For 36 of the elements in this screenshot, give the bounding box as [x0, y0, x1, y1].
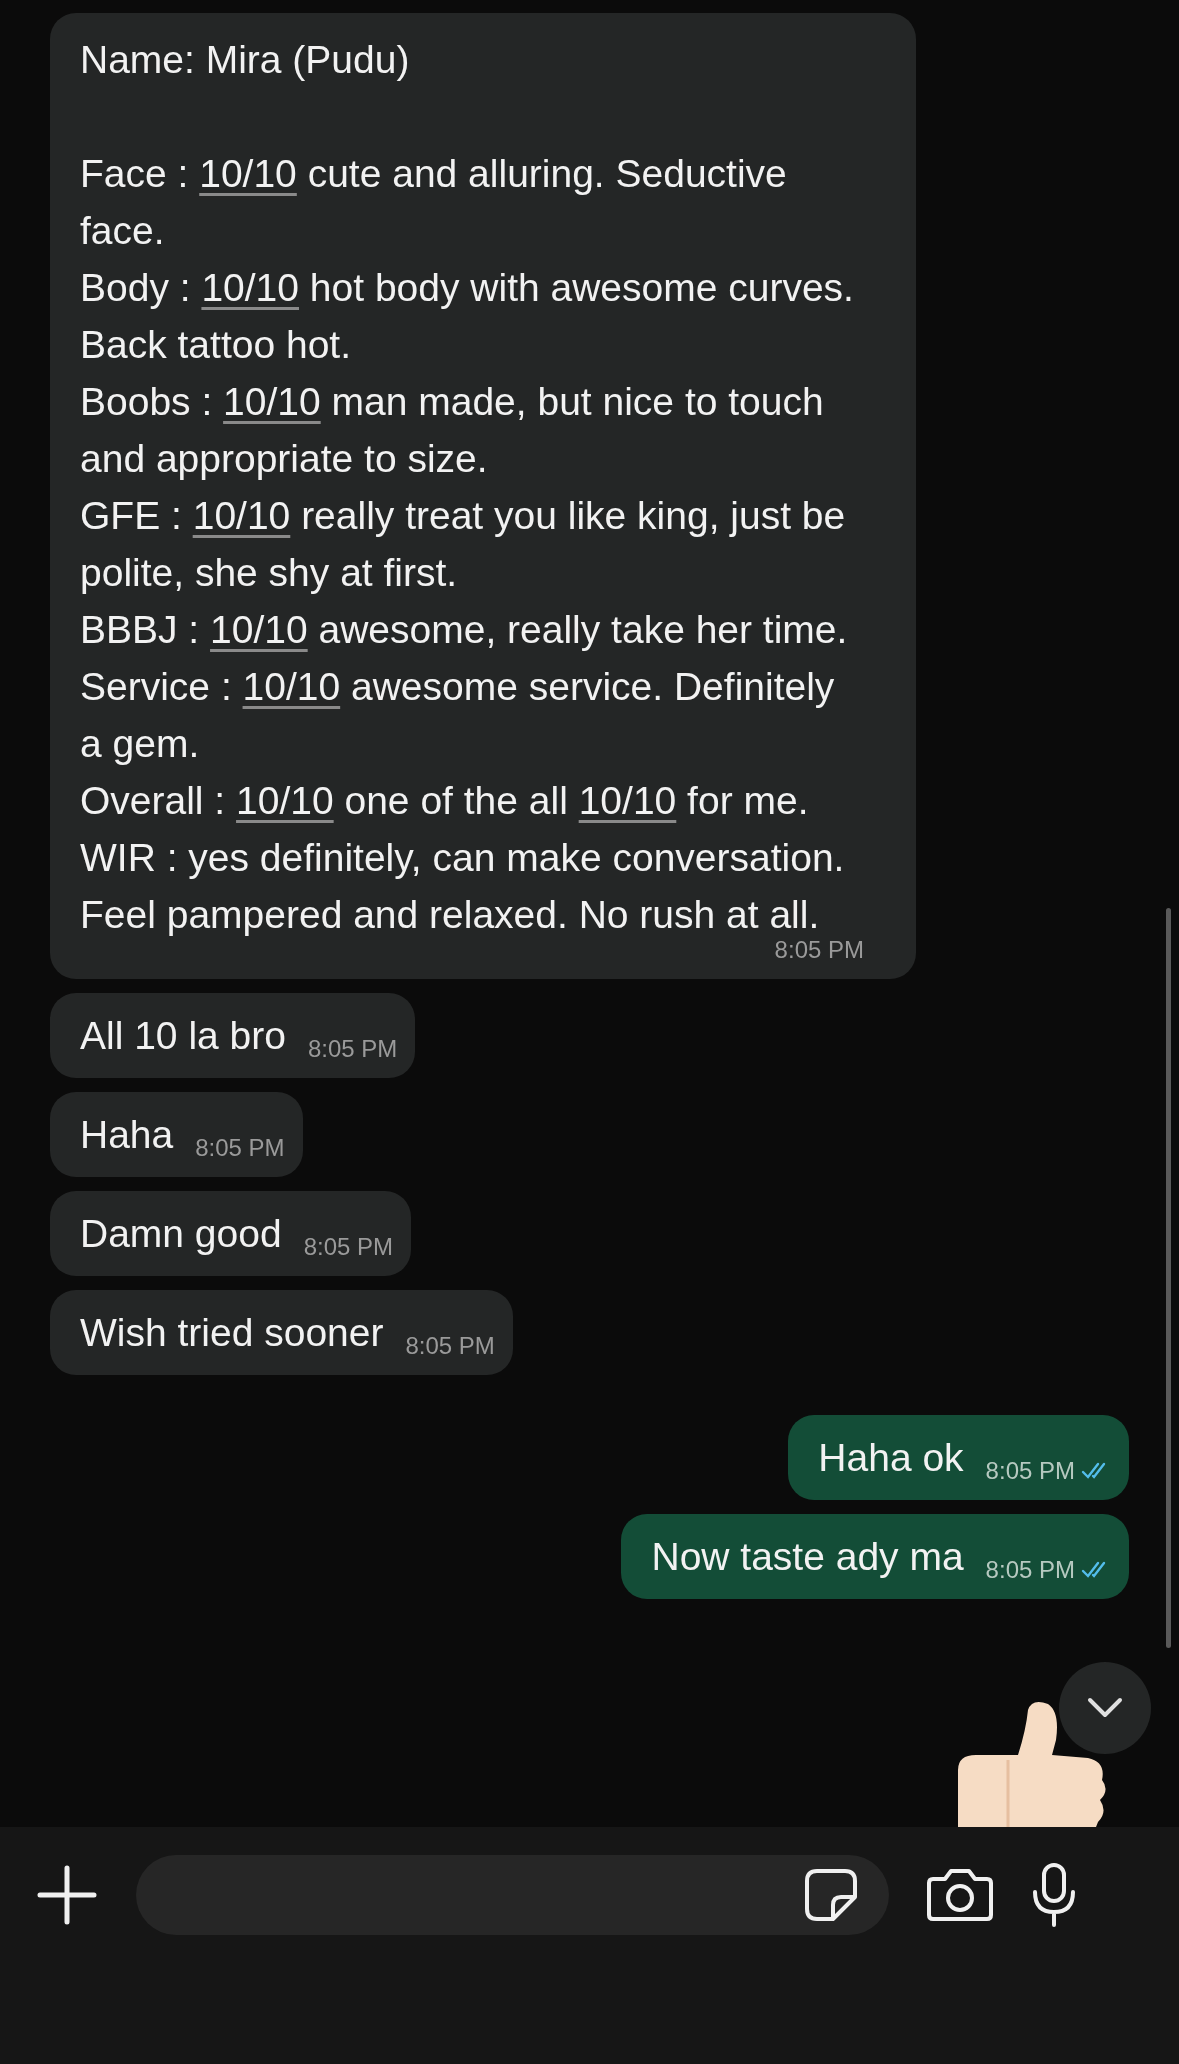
message-text: Service : 10/10 awesome service. Definitely a gem.: [80, 664, 836, 767]
detected-link[interactable]: 10/10: [236, 779, 334, 822]
message-time: 8:05 PM: [195, 1133, 285, 1163]
detected-link[interactable]: 10/10: [242, 665, 341, 708]
message-text: Damn good: [80, 1211, 282, 1257]
message-time: 8:05 PM: [985, 1456, 1075, 1486]
message-text: WIR : yes definitely, can make conversation. Feel pampered and relaxed. No rush at all.: [80, 835, 846, 938]
message-text: Face : 10/10 cute and alluring. Seductive face.: [80, 151, 788, 254]
detected-link[interactable]: 10/10: [199, 152, 297, 195]
message-text: Haha ok: [818, 1435, 964, 1481]
plus-icon: [36, 1864, 98, 1926]
message-text: Wish tried sooner: [80, 1310, 384, 1356]
detected-link[interactable]: 10/10: [210, 608, 308, 651]
detected-link[interactable]: 10/10: [223, 380, 321, 423]
camera-icon: [925, 1867, 995, 1923]
chevron-down-icon: [1087, 1697, 1123, 1719]
message-time: 8:05 PM: [405, 1331, 495, 1361]
scrollbar[interactable]: [1166, 908, 1171, 1648]
message-text: Body : 10/10 hot body with awesome curves. Back tattoo hot.: [80, 265, 855, 368]
message-text: Name: Mira (Pudu): [80, 37, 411, 83]
message-time: 8:05 PM: [985, 1555, 1075, 1585]
message-time: 8:05 PM: [774, 935, 864, 965]
message-time: 8:05 PM: [303, 1232, 394, 1262]
message-time: 8:05 PM: [307, 1034, 398, 1064]
detected-link[interactable]: 10/10: [192, 494, 291, 537]
message-text: Overall : 10/10 one of the all 10/10 for me.: [80, 778, 810, 824]
message-text: GFE : 10/10 really treat you like king, just be polite, she shy at first.: [80, 493, 847, 596]
detected-link[interactable]: 10/10: [201, 266, 299, 309]
detected-link[interactable]: 10/10: [578, 779, 677, 822]
message-text: Now taste ady ma: [651, 1534, 964, 1580]
microphone-icon: [1031, 1862, 1077, 1928]
message-text: All 10 la bro: [80, 1013, 286, 1059]
sticker-icon[interactable]: [803, 1867, 859, 1923]
message-text: BBBJ : 10/10 awesome, really take her time.: [80, 607, 849, 653]
message-text: Haha: [80, 1112, 174, 1158]
message-text: Boobs : 10/10 man made, but nice to touch and appropriate to size.: [80, 379, 825, 482]
